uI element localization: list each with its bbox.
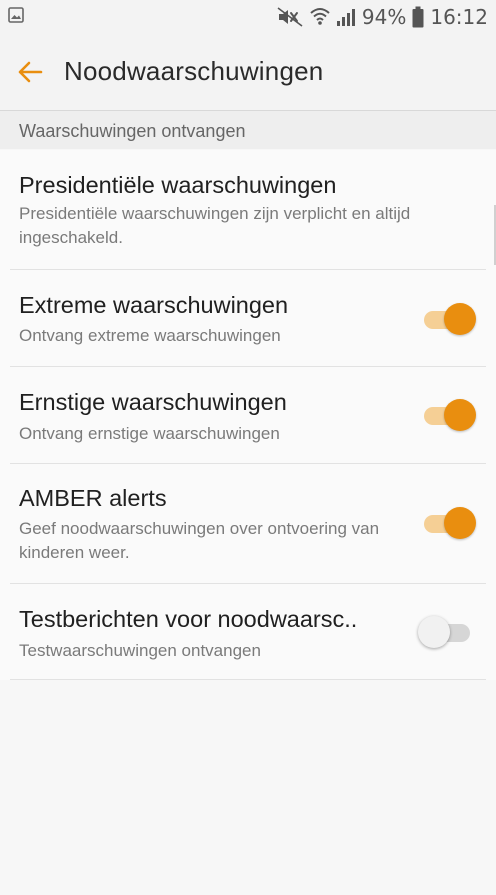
- list-item-subtitle: Presidentiële waarschuwingen zijn verpli…: [19, 204, 411, 247]
- list-item-title: Testberichten voor noodwaarsc..: [19, 606, 358, 632]
- page-title: Noodwaarschuwingen: [64, 56, 324, 86]
- signal-icon: [336, 9, 355, 26]
- status-icons: 94% 16:12: [276, 4, 488, 30]
- wifi-icon: [310, 8, 330, 25]
- list-item-title: Ernstige waarschuwingen: [19, 389, 287, 415]
- list-item-title: AMBER alerts: [19, 485, 167, 511]
- section-header: Waarschuwingen ontvangen: [0, 111, 496, 149]
- amber-alerts-toggle[interactable]: [420, 506, 476, 540]
- list-item-subtitle: Geef noodwaarschuwingen over ontvoering …: [19, 519, 380, 562]
- list-item-title: Extreme waarschuwingen: [19, 292, 289, 318]
- severe-alerts-toggle[interactable]: [420, 398, 476, 432]
- section-header-label: Waarschuwingen ontvangen: [19, 121, 246, 141]
- list-item-subtitle: Ontvang extreme waarschuwingen: [19, 326, 281, 345]
- app-bar: Noodwaarschuwingen: [0, 34, 496, 111]
- toggle-thumb: [444, 399, 476, 431]
- battery-icon: [412, 6, 424, 28]
- toggle-thumb: [444, 507, 476, 539]
- list-item-title: Presidentiële waarschuwingen: [19, 172, 337, 198]
- image-icon: [8, 7, 24, 23]
- clock: 16:12: [430, 5, 488, 29]
- list-item-presidential-alerts[interactable]: Presidentiële waarschuwingen Presidentië…: [10, 150, 486, 270]
- list-item-extreme-alerts[interactable]: Extreme waarschuwingen Ontvang extreme w…: [10, 270, 486, 367]
- toggle-thumb: [444, 303, 476, 335]
- test-messages-toggle[interactable]: [418, 615, 476, 649]
- list-item-amber-alerts[interactable]: AMBER alerts Geef noodwaarschuwingen ove…: [10, 464, 486, 584]
- extreme-alerts-toggle[interactable]: [420, 302, 476, 336]
- list-item-subtitle: Testwaarschuwingen ontvangen: [19, 641, 261, 660]
- list-item-test-messages[interactable]: Testberichten voor noodwaarsc.. Testwaar…: [10, 584, 486, 680]
- mute-icon: [277, 7, 303, 27]
- status-bar: 94% 16:12: [0, 0, 496, 34]
- back-arrow-icon[interactable]: [16, 58, 44, 86]
- list-item-subtitle: Ontvang ernstige waarschuwingen: [19, 424, 280, 443]
- settings-list: Presidentiële waarschuwingen Presidentië…: [0, 150, 496, 680]
- battery-percentage: 94%: [361, 5, 407, 29]
- toggle-thumb: [418, 616, 450, 648]
- list-item-severe-alerts[interactable]: Ernstige waarschuwingen Ontvang ernstige…: [10, 367, 486, 464]
